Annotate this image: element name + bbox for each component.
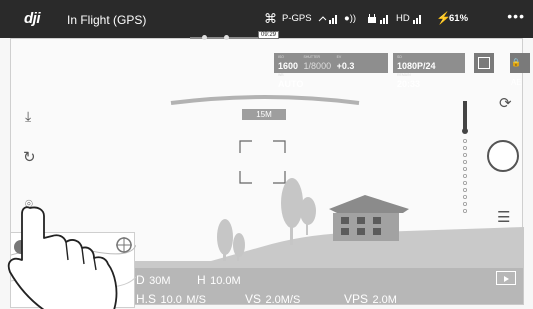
vertical-speed-readout: VS 2.0M/S [245,290,300,308]
focus-frame [239,140,286,184]
lock-icon: 🔒 [511,58,521,67]
track-marker [224,35,229,40]
horizontal-speed-unit: M/S [186,294,206,306]
takeoff-icon[interactable]: ⤓ [25,108,31,125]
shutter-button[interactable] [487,140,519,172]
clock-time: 09:29 [258,31,280,39]
gps-signal-icon[interactable] [318,13,338,24]
focus-square-icon [478,57,490,69]
height-value: 10.0M [210,275,241,287]
distance-value: 30M [149,275,171,287]
remaining-time: REMAIN 20:33 [397,73,421,89]
iso-setting: ISO 1600 [278,55,299,71]
format-setting: SD 1080P/24 [397,55,436,71]
focus-metering-button[interactable] [474,53,494,73]
gps-mode[interactable]: P-GPS [282,13,312,24]
more-menu-button[interactable]: ••• [507,8,525,24]
camera-switch-icon[interactable]: ⟳ [499,94,512,112]
vps-value: 2.0M [372,294,397,306]
camera-exposure-panel[interactable]: ISO 1600 SHUTTER 1/8000 EV +0.3 WB AUTO [274,53,388,89]
remote-signal-icon[interactable] [368,13,390,24]
vps-readout: VPS 2.0M [344,290,397,308]
ev-setting: EV +0.3 [336,55,355,71]
height-key: H [197,273,206,287]
vertical-speed-value: 2.0M/S [265,294,301,306]
altitude-badge: 15M [242,109,286,120]
video-format-panel[interactable]: SD 1080P/24 REMAIN 20:33 [393,53,465,89]
playback-button[interactable] [496,271,516,285]
height-readout: H 10.0M [197,271,241,289]
house-illustration [329,195,409,241]
hand-pointer-icon [7,206,118,309]
wb-setting: WB AUTO [278,73,304,89]
battery-level[interactable]: 61% [449,13,468,24]
vps-key: VPS [344,292,369,306]
hd-label: HD [396,13,410,24]
horizontal-speed-readout: H.S 10.0 M/S [136,290,206,308]
horizontal-speed-number: 10.0 [160,294,182,306]
shutter-setting: SHUTTER 1/8000 [303,55,332,71]
play-icon [504,276,509,282]
vertical-speed-key: VS [245,292,262,306]
ae-lock-button[interactable]: 🔒 AE [510,53,530,87]
ae-label: AE [511,78,522,87]
flight-status[interactable]: In Flight (GPS) [67,13,146,27]
settings-sliders-icon[interactable]: ☰ [497,208,510,226]
dji-logo: dji [24,10,41,27]
altitude-scale [462,101,468,213]
hd-signal[interactable]: HD [396,13,424,24]
obstacle-sensing-icon[interactable]: ●)) [344,13,356,24]
dji-go-flight-screen: dji In Flight (GPS) ⌘ P-GPS ●)) HD ⚡ 61%… [0,0,533,309]
track-marker [202,35,207,40]
drone-icon: ⌘ [264,11,277,26]
